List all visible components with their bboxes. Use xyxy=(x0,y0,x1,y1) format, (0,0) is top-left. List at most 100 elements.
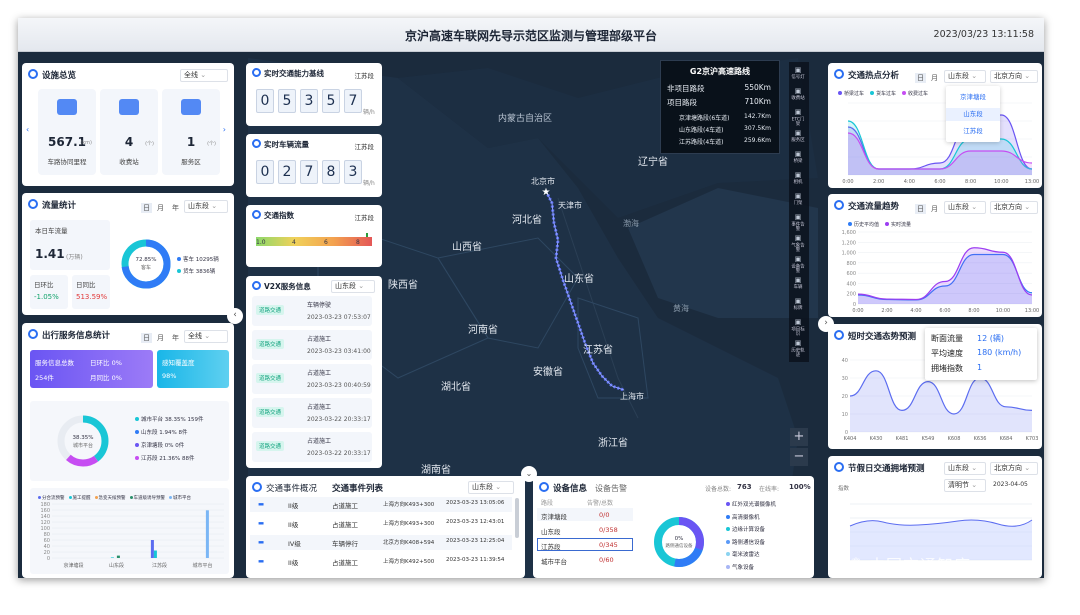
events-selector[interactable]: 山东段 xyxy=(468,481,514,494)
toolbar-button[interactable]: ▣ 历史轨迹 xyxy=(789,339,807,359)
toolbar-label: 设备告警 xyxy=(791,264,805,274)
legend-label: 边缘计算设备 xyxy=(732,527,766,533)
prev-arrow-icon[interactable]: ‹ xyxy=(26,125,29,134)
dropdown-option[interactable]: 江苏段 xyxy=(946,125,1000,138)
devices-col-road: 路段 xyxy=(541,500,554,507)
tab-month[interactable]: 月 xyxy=(157,203,164,213)
toolbar-label: 收费站 xyxy=(791,95,805,101)
hotspot-direction[interactable]: 北京方向 xyxy=(990,70,1038,83)
tab-month[interactable]: 月 xyxy=(931,204,938,214)
watermark: 中国交通智库 xyxy=(869,556,972,575)
zoom-in-button[interactable]: + xyxy=(790,428,808,446)
devices-panel: 设备信息 设备告警 设备总数: 763 在线率: 100% 路段 告警/总数 京… xyxy=(533,476,814,578)
toolbar-button[interactable]: ▣ 相机 xyxy=(789,171,807,185)
devices-tab-alarm[interactable]: 设备告警 xyxy=(595,483,627,494)
toolbar-button[interactable]: ▣ 服务区 xyxy=(789,129,807,143)
v2x-badge: 道路交通 xyxy=(256,441,285,451)
toolbar-button[interactable]: ▣ 门架 xyxy=(789,192,807,206)
facility-unit: (个) xyxy=(145,141,154,147)
tab-year[interactable]: 年 xyxy=(172,333,179,343)
car-icon: ▬ xyxy=(258,538,265,546)
holiday-festival[interactable]: 清明节 xyxy=(944,479,986,492)
legend-item: 京津塘段 0% 0件 xyxy=(135,441,203,449)
travel-selector[interactable]: 全线 xyxy=(184,330,228,343)
holiday-selector[interactable]: 山东段 xyxy=(944,462,986,475)
toolbar-button[interactable]: ▣ 气象告警 xyxy=(789,234,807,254)
legend-item: 气象设备 xyxy=(726,563,776,571)
hotspot-selector[interactable]: 山东段 xyxy=(944,70,986,83)
holiday-direction[interactable]: 北京方向 xyxy=(990,462,1038,475)
v2x-item[interactable]: 道路交通 车辆停驶 2023-03-23 07:53:07 xyxy=(252,296,372,326)
toolbar-button[interactable]: ▣ 标牌 xyxy=(789,297,807,311)
route-row-value: 710Km xyxy=(744,97,771,106)
toolbar-button[interactable]: ▣ 项目标识 xyxy=(789,318,807,338)
v2x-item[interactable]: 道路交通 占道施工 2023-03-22 20:33:17 xyxy=(252,398,372,428)
toolbar-button[interactable]: ▣ 车辆 xyxy=(789,276,807,290)
map-label: 浙江省 xyxy=(598,438,628,449)
v2x-item[interactable]: 道路交通 占道施工 2023-03-23 00:40:59 xyxy=(252,364,372,394)
scrollbar[interactable] xyxy=(515,498,519,538)
zoom-out-button[interactable]: − xyxy=(790,448,808,466)
legend-label: 山东段 1.94% 8件 xyxy=(141,430,188,436)
travel-bar-area: 分合流预警 施工提醒 急变天候预警 车道级诱导预警 城市平台 180 160 140 120 1… xyxy=(30,488,229,574)
v2x-text: 占道施工 xyxy=(307,404,332,411)
toolbar-button[interactable]: ▣ 桥梁 xyxy=(789,150,807,164)
event-level: IV级 xyxy=(288,540,301,548)
route-row-value: 307.5Km xyxy=(744,125,771,132)
index-tick: 1.0 xyxy=(256,239,266,246)
index-selector[interactable]: 江苏段 xyxy=(355,212,375,222)
flow-selector[interactable]: 山东段 xyxy=(184,200,228,213)
map-label: 山西省 xyxy=(452,242,482,253)
v2x-item[interactable]: 道路交通 占道施工 2023-03-23 03:41:00 xyxy=(252,330,372,360)
service-count-card: 服务信息总数 日环比 0% 254件 月同比 0% xyxy=(30,350,153,388)
map-label: 河南省 xyxy=(468,325,498,336)
digit: 7 xyxy=(344,89,362,113)
toolbar-label: 相机 xyxy=(793,179,803,185)
vehicle-selector[interactable]: 江苏段 xyxy=(355,141,375,151)
x-tick: 江苏段 xyxy=(152,562,167,569)
tab-month[interactable]: 月 xyxy=(931,73,938,83)
tab-month[interactable]: 月 xyxy=(157,333,164,343)
dropdown-option[interactable]: 山东段 xyxy=(946,108,1000,121)
events-tab-overview[interactable]: 交通事件概况 xyxy=(252,482,317,494)
devices-col-alarm: 告警/总数 xyxy=(587,500,614,507)
toolbar-button[interactable]: ▣ 收费站 xyxy=(789,87,807,101)
digit: 0 xyxy=(256,160,274,184)
tab-year[interactable]: 年 xyxy=(172,203,179,213)
tab-day[interactable]: 日 xyxy=(141,203,152,213)
toolbar-button[interactable]: ▣ 设备告警 xyxy=(789,255,807,275)
holiday-date[interactable]: 2023-04-05 xyxy=(993,481,1028,488)
v2x-time: 2023-03-22 20:33:17 xyxy=(307,450,371,457)
tab-day[interactable]: 日 xyxy=(915,73,926,83)
dropdown-option[interactable]: 京津塘段 xyxy=(946,91,1000,104)
toolbar-button[interactable]: ▣ 信号灯 xyxy=(789,66,807,80)
legend-label: 毫米波雷达 xyxy=(732,552,760,558)
card2-title: 感知覆盖度 xyxy=(162,359,195,367)
tab-day[interactable]: 日 xyxy=(915,204,926,214)
y-tick: 200 xyxy=(846,292,856,298)
facilities-selector[interactable]: 全线 xyxy=(180,69,228,82)
toolbar-button[interactable]: ▣ ETC门架 xyxy=(789,108,807,128)
capacity-selector[interactable]: 江苏段 xyxy=(355,70,375,80)
toolbar-button[interactable]: ▣ 事件告警 xyxy=(789,213,807,233)
toolbar-label: 车辆 xyxy=(793,284,803,290)
event-level: II级 xyxy=(288,521,299,529)
route-row-value: 142.7Km xyxy=(744,113,771,120)
travel-title: 出行服务信息统计 xyxy=(28,329,110,341)
v2x-selector[interactable]: 山东段 xyxy=(331,280,375,293)
trend-selector[interactable]: 山东段 xyxy=(944,201,986,214)
devices-ring-sub: 路侧通信设备 xyxy=(665,544,693,549)
toolbar-icon: ▣ xyxy=(794,339,802,347)
legend-dot-icon xyxy=(169,496,172,499)
legend-dot-icon xyxy=(726,539,730,544)
map-label: 天津市 xyxy=(558,201,582,210)
legend-dot-icon xyxy=(726,502,730,506)
toolbar-label: 服务区 xyxy=(791,137,805,143)
events-tab-list[interactable]: 交通事件列表 xyxy=(332,482,383,494)
trend-direction[interactable]: 北京方向 xyxy=(990,201,1038,214)
devices-total-label: 设备总数: xyxy=(705,486,732,493)
legend-label: 路侧通信设备 xyxy=(732,539,766,546)
next-arrow-icon[interactable]: › xyxy=(223,125,226,134)
v2x-item[interactable]: 道路交通 占道施工 2023-03-22 20:33:17 xyxy=(252,432,372,462)
tab-day[interactable]: 日 xyxy=(141,333,152,343)
